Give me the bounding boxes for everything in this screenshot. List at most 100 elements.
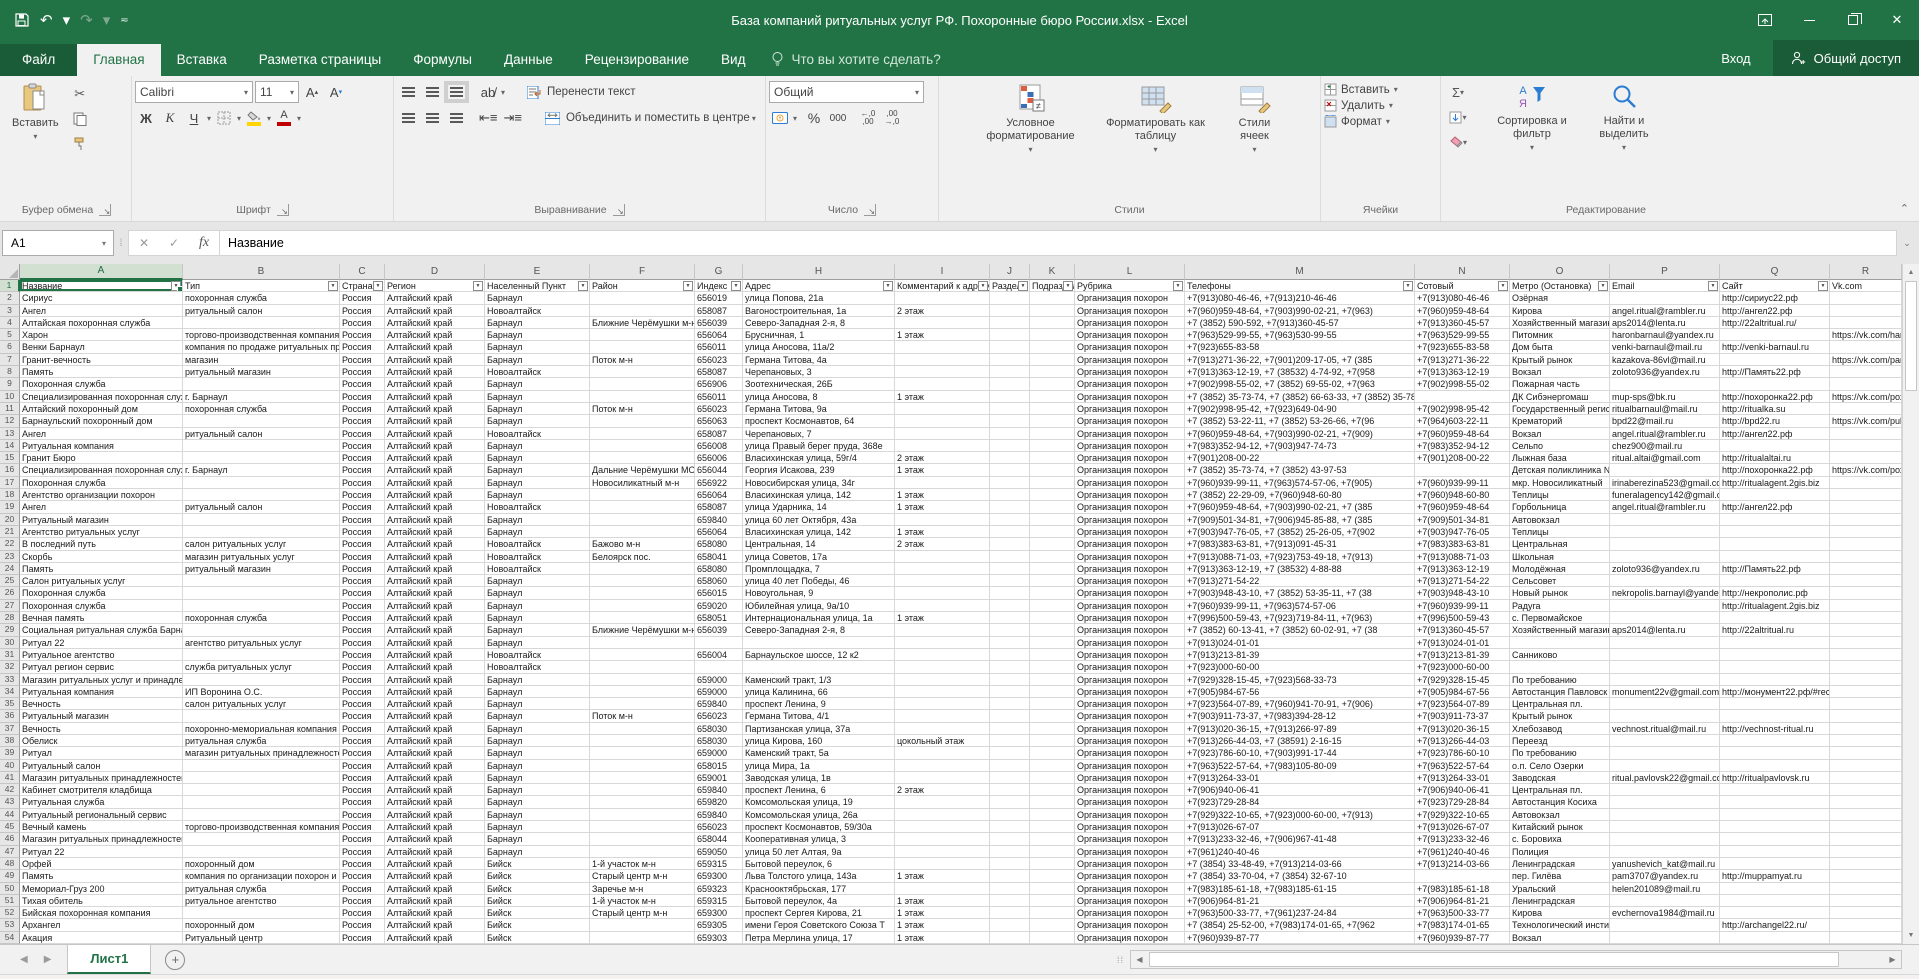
scroll-up-icon[interactable]: ▲ xyxy=(1903,264,1919,281)
merge-center-label[interactable]: Объединить и поместить в центре xyxy=(566,112,750,124)
cell[interactable]: http://vechnost-ritual.ru xyxy=(1720,723,1830,735)
cell[interactable]: Поток м-н xyxy=(590,403,695,415)
cell[interactable]: Архангел xyxy=(20,919,183,931)
row-header-54[interactable]: 54 xyxy=(0,932,20,944)
cell[interactable]: 2 этаж xyxy=(895,452,990,464)
cell[interactable]: Организация похорон xyxy=(1075,464,1185,476)
cell[interactable]: Организация похорон xyxy=(1075,796,1185,808)
cell[interactable]: Россия xyxy=(340,292,385,304)
cell[interactable]: Хозяйственный магазин xyxy=(1510,624,1610,636)
cell[interactable]: angel.ritual@rambler.ru xyxy=(1610,428,1720,440)
cell[interactable] xyxy=(590,452,695,464)
cell[interactable]: 659840 xyxy=(695,698,743,710)
cell[interactable] xyxy=(1030,895,1075,907)
cell[interactable] xyxy=(1030,698,1075,710)
cell[interactable] xyxy=(1720,489,1830,501)
cut-icon[interactable]: ✂ xyxy=(68,83,92,105)
row-header-12[interactable]: 12 xyxy=(0,415,20,427)
cell[interactable] xyxy=(990,587,1030,599)
cell[interactable] xyxy=(895,833,990,845)
cell[interactable]: похоронно-мемориальная компания xyxy=(183,723,340,735)
cell[interactable]: https://vk.com/har xyxy=(1830,329,1902,341)
cell[interactable] xyxy=(590,292,695,304)
cell[interactable]: 659000 xyxy=(695,686,743,698)
cell[interactable] xyxy=(1830,624,1902,636)
cell[interactable]: улица Аносова, 11а/2 xyxy=(743,341,895,353)
cell[interactable]: Россия xyxy=(340,452,385,464)
cell[interactable] xyxy=(1720,784,1830,796)
column-header-L[interactable]: L xyxy=(1075,264,1185,280)
row-header-2[interactable]: 2 xyxy=(0,292,20,304)
column-header-M[interactable]: M xyxy=(1185,264,1415,280)
cell[interactable] xyxy=(1610,821,1720,833)
cell[interactable]: Похоронная служба xyxy=(20,378,183,390)
cell[interactable] xyxy=(1830,514,1902,526)
cell[interactable]: ритуальная служба xyxy=(183,735,340,747)
row-header-30[interactable]: 30 xyxy=(0,637,20,649)
filter-dropdown-icon[interactable]: ▼ xyxy=(578,281,588,291)
font-color-dropdown-icon[interactable]: ▾ xyxy=(297,114,301,123)
cell[interactable]: Гранит Бюро xyxy=(20,452,183,464)
cell[interactable]: улица 40 лет Победы, 46 xyxy=(743,575,895,587)
cell[interactable]: http://ангел22.рф xyxy=(1720,305,1830,317)
cell[interactable] xyxy=(590,674,695,686)
redo-icon[interactable]: ↷ xyxy=(80,11,93,29)
cell[interactable]: 658087 xyxy=(695,366,743,378)
row-header-16[interactable]: 16 xyxy=(0,464,20,476)
cell[interactable] xyxy=(1030,821,1075,833)
cell[interactable] xyxy=(990,464,1030,476)
cell[interactable]: Организация похорон xyxy=(1075,305,1185,317)
cell[interactable]: Алтайский край xyxy=(385,907,485,919)
tab-page-layout[interactable]: Разметка страницы xyxy=(243,44,397,76)
cell[interactable] xyxy=(1720,538,1830,550)
cell[interactable] xyxy=(990,378,1030,390)
cell[interactable]: Алтайский край xyxy=(385,637,485,649)
cell[interactable]: Старый центр м-н xyxy=(590,907,695,919)
cell[interactable] xyxy=(990,919,1030,931)
cell[interactable]: 1 этаж xyxy=(895,391,990,403)
scroll-left-icon[interactable]: ◀ xyxy=(1131,955,1148,964)
cell[interactable]: Организация похорон xyxy=(1075,317,1185,329)
row-header-19[interactable]: 19 xyxy=(0,501,20,513)
cell[interactable]: Автовокзал xyxy=(1510,809,1610,821)
cell[interactable]: Организация похорон xyxy=(1075,538,1185,550)
cell[interactable] xyxy=(1830,317,1902,329)
cell[interactable]: Организация похорон xyxy=(1075,551,1185,563)
cell[interactable]: Россия xyxy=(340,895,385,907)
row-header-11[interactable]: 11 xyxy=(0,403,20,415)
cell[interactable] xyxy=(1030,317,1075,329)
cell[interactable] xyxy=(1030,391,1075,403)
cell[interactable]: +7 (3854) 25-52-00, +7(983)174-01-65, +7… xyxy=(1185,919,1415,931)
cell[interactable]: Георгия Исакова, 239 xyxy=(743,464,895,476)
cell[interactable] xyxy=(1030,649,1075,661)
cell[interactable]: Агентство ритуальных услуг xyxy=(20,526,183,538)
cell[interactable] xyxy=(183,674,340,686)
cell[interactable] xyxy=(1720,354,1830,366)
tab-formulas[interactable]: Формулы xyxy=(397,44,488,76)
cell[interactable]: http://монумент22.рф/#rec669136092 xyxy=(1720,686,1830,698)
cell[interactable]: Черепановых, 3 xyxy=(743,366,895,378)
cell[interactable]: Организация похорон xyxy=(1075,661,1185,673)
cell[interactable]: 658030 xyxy=(695,735,743,747)
row-header-46[interactable]: 46 xyxy=(0,833,20,845)
cell[interactable]: улица Аносова, 8 xyxy=(743,391,895,403)
cell[interactable]: yanushevich_kat@mail.ru xyxy=(1610,858,1720,870)
row-header-21[interactable]: 21 xyxy=(0,526,20,538)
next-sheet-icon[interactable]: ▶ xyxy=(44,954,52,965)
cell[interactable]: http://похоронка22.рф xyxy=(1720,391,1830,403)
clear-icon[interactable]: ▾ xyxy=(1446,131,1470,153)
row-header-1[interactable]: 1 xyxy=(0,280,20,292)
cell[interactable]: Россия xyxy=(340,600,385,612)
borders-icon[interactable] xyxy=(213,107,235,129)
cell[interactable]: компания по организации похорон и бл xyxy=(183,870,340,882)
cell[interactable]: Россия xyxy=(340,563,385,575)
cell[interactable]: +7(909)501-34-81, +7(906)945-85-88, +7 (… xyxy=(1185,514,1415,526)
cell[interactable] xyxy=(895,575,990,587)
cell[interactable] xyxy=(1830,784,1902,796)
cell[interactable]: Барнаул xyxy=(485,809,590,821)
cell[interactable]: Алтайский край xyxy=(385,661,485,673)
cell[interactable]: 659000 xyxy=(695,674,743,686)
cell[interactable]: angel.ritual@rambler.ru xyxy=(1610,305,1720,317)
cell[interactable]: +7(901)208-00-22 xyxy=(1185,452,1415,464)
filter-dropdown-icon[interactable]: ▼ xyxy=(1598,281,1608,291)
